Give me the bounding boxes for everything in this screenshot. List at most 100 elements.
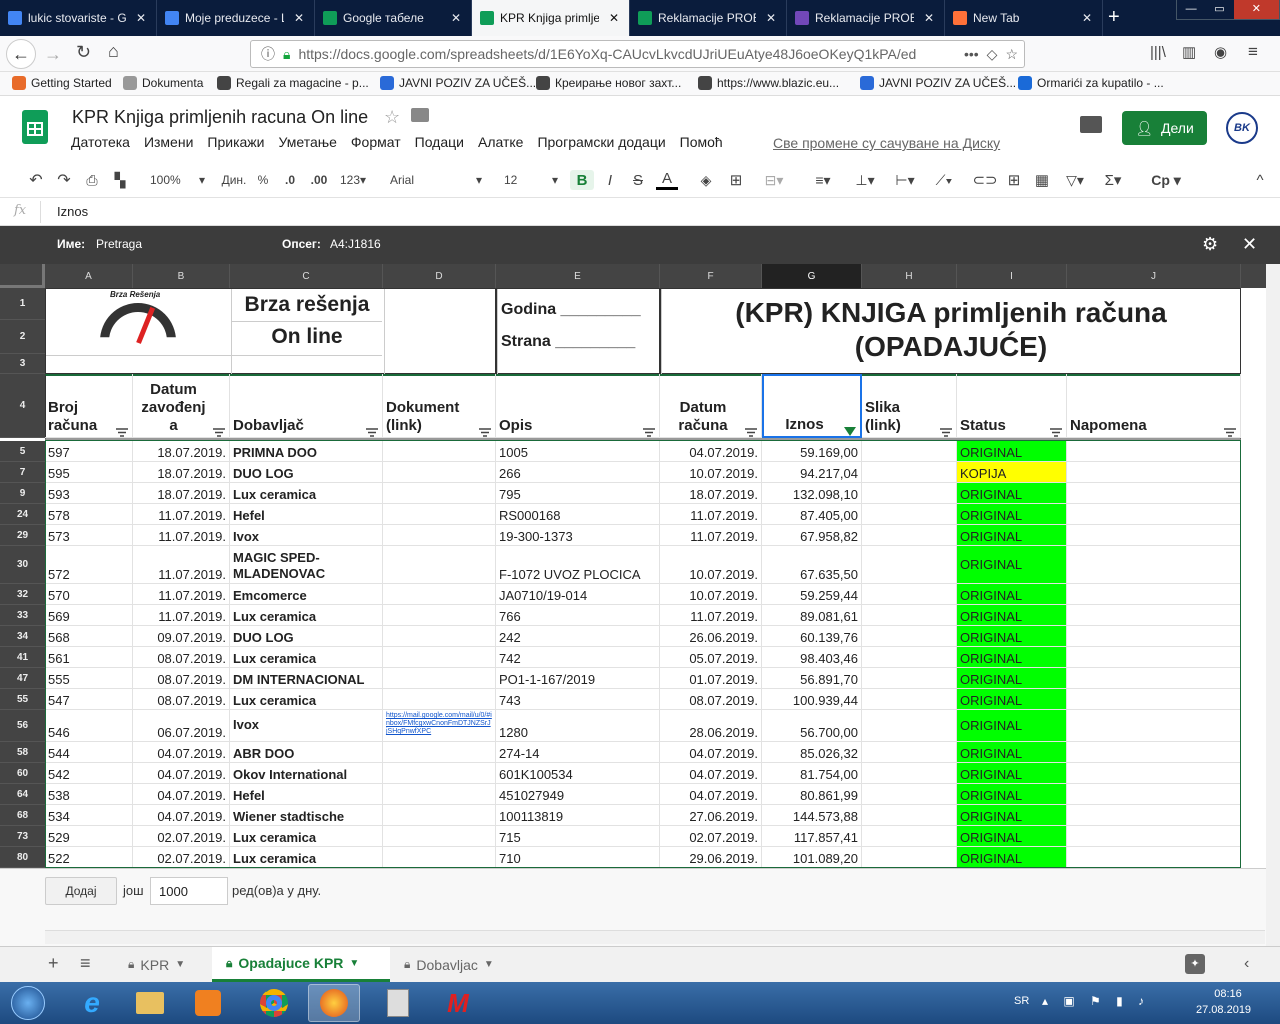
app-m-taskbar[interactable]: M xyxy=(432,984,484,1022)
functions-button[interactable]: Σ▾ xyxy=(1098,170,1128,190)
column-header[interactable]: G xyxy=(762,264,862,288)
table-cell[interactable] xyxy=(1067,483,1241,504)
table-cell[interactable] xyxy=(1067,462,1241,483)
new-tab-button[interactable]: + xyxy=(1108,6,1120,29)
close-icon[interactable]: ✕ xyxy=(1078,11,1096,25)
row-header[interactable]: 32 xyxy=(0,584,45,605)
print-button[interactable]: ⎙ xyxy=(82,170,102,190)
browser-tab[interactable]: KPR Knjiga primlje ✕ xyxy=(472,0,630,36)
table-cell[interactable]: Lux ceramica xyxy=(230,847,383,868)
pocket-icon[interactable]: ◇ xyxy=(987,46,998,63)
table-cell[interactable]: 743 xyxy=(496,689,660,710)
filter-settings-icon[interactable]: ⚙ xyxy=(1202,234,1218,255)
menu-item[interactable]: Измени xyxy=(137,134,200,150)
table-cell[interactable]: Wiener stadtische xyxy=(230,805,383,826)
table-cell[interactable]: 274-14 xyxy=(496,742,660,763)
page-actions-icon[interactable]: ••• xyxy=(964,46,979,62)
table-cell[interactable] xyxy=(862,584,957,605)
close-icon[interactable]: ✕ xyxy=(290,11,308,25)
media-taskbar[interactable] xyxy=(182,984,234,1022)
table-cell[interactable]: 715 xyxy=(496,826,660,847)
table-cell[interactable]: F-1072 UVOZ PLOCICA xyxy=(496,546,660,584)
bookmark-item[interactable]: Ormarići za kupatilo - ... xyxy=(1018,76,1164,90)
table-cell[interactable]: 60.139,76 xyxy=(762,626,862,647)
column-header[interactable]: A xyxy=(45,264,133,288)
table-cell[interactable] xyxy=(1067,742,1241,763)
paint-format-button[interactable]: ▚ xyxy=(110,170,130,190)
input-tools-button[interactable]: Cp ▾ xyxy=(1146,170,1186,190)
ie-taskbar[interactable]: e xyxy=(66,984,118,1022)
wrap-button[interactable]: ⊢▾ xyxy=(890,170,920,190)
table-cell[interactable]: 56.700,00 xyxy=(762,710,862,742)
table-cell[interactable] xyxy=(862,626,957,647)
table-cell[interactable]: ORIGINAL xyxy=(957,826,1067,847)
table-cell[interactable]: 26.06.2019. xyxy=(660,626,762,647)
row-header[interactable]: 68 xyxy=(0,805,45,826)
table-cell[interactable]: 144.573,88 xyxy=(762,805,862,826)
table-cell[interactable] xyxy=(383,847,496,868)
table-cell[interactable]: 28.06.2019. xyxy=(660,710,762,742)
table-cell[interactable]: 94.217,04 xyxy=(762,462,862,483)
table-cell[interactable]: 02.07.2019. xyxy=(660,826,762,847)
table-cell[interactable]: ORIGINAL xyxy=(957,441,1067,462)
row-header[interactable]: 60 xyxy=(0,763,45,784)
table-header-cell[interactable]: Status xyxy=(957,374,1067,438)
vertical-scrollbar[interactable] xyxy=(1266,264,1280,946)
table-cell[interactable] xyxy=(862,805,957,826)
table-cell[interactable]: 522 xyxy=(45,847,133,868)
table-cell[interactable] xyxy=(383,584,496,605)
table-cell[interactable] xyxy=(1067,647,1241,668)
table-header-cell[interactable]: Opis xyxy=(496,374,660,438)
table-cell[interactable]: ORIGINAL xyxy=(957,504,1067,525)
table-cell[interactable] xyxy=(1067,826,1241,847)
filter-button[interactable]: ▽▾ xyxy=(1060,170,1090,190)
maximize-icon[interactable]: ▭ xyxy=(1205,0,1233,19)
add-rows-button[interactable]: Додај xyxy=(45,877,117,905)
fill-color-button[interactable]: ◈ xyxy=(696,170,716,190)
increase-decimal-button[interactable]: .00 xyxy=(307,170,331,190)
avatar[interactable]: BK xyxy=(1226,112,1258,144)
table-cell[interactable] xyxy=(383,826,496,847)
table-cell[interactable]: 11.07.2019. xyxy=(133,525,230,546)
table-cell[interactable] xyxy=(383,626,496,647)
strikethrough-button[interactable]: S xyxy=(628,170,648,190)
row-header[interactable]: 33 xyxy=(0,605,45,626)
table-cell[interactable]: 10.07.2019. xyxy=(660,584,762,605)
table-cell[interactable] xyxy=(862,441,957,462)
zoom-select[interactable]: 100% ▾ xyxy=(150,170,205,190)
rotate-button[interactable]: ⟋▾ xyxy=(928,170,960,190)
table-cell[interactable]: 04.07.2019. xyxy=(660,742,762,763)
table-cell[interactable] xyxy=(1067,626,1241,647)
table-cell[interactable]: 569 xyxy=(45,605,133,626)
row-header[interactable]: 5 xyxy=(0,441,45,462)
filter-icon[interactable] xyxy=(745,424,757,437)
table-cell[interactable]: 451027949 xyxy=(496,784,660,805)
table-cell[interactable]: 529 xyxy=(45,826,133,847)
row-header[interactable]: 55 xyxy=(0,689,45,710)
row-header[interactable]: 56 xyxy=(0,710,45,742)
table-cell[interactable] xyxy=(1067,668,1241,689)
window-controls[interactable]: — ▭ ✕ xyxy=(1176,0,1280,20)
table-cell[interactable]: 742 xyxy=(496,647,660,668)
table-cell[interactable]: 11.07.2019. xyxy=(133,584,230,605)
column-header[interactable]: B xyxy=(133,264,230,288)
table-cell[interactable]: 11.07.2019. xyxy=(133,605,230,626)
sheet-tab[interactable]: 🔒︎ KPR ▼ xyxy=(114,947,212,982)
reload-button[interactable]: ↻ xyxy=(76,42,91,63)
table-cell[interactable]: 18.07.2019. xyxy=(133,483,230,504)
filter-icon[interactable] xyxy=(213,424,225,437)
table-cell[interactable] xyxy=(1067,784,1241,805)
table-cell[interactable] xyxy=(862,546,957,584)
row-header[interactable]: 30 xyxy=(0,546,45,584)
table-cell[interactable]: 578 xyxy=(45,504,133,525)
table-cell[interactable]: ORIGINAL xyxy=(957,647,1067,668)
table-cell[interactable]: DUO LOG xyxy=(230,626,383,647)
table-cell[interactable] xyxy=(862,710,957,742)
tray-icons[interactable]: ▴ ▣ ⚑ ▮ ♪ xyxy=(1042,994,1150,1008)
sheet-tab[interactable]: 🔒︎ Opadajuce KPR ▼ xyxy=(212,947,390,982)
forward-button[interactable]: → xyxy=(44,44,62,65)
table-cell[interactable]: 573 xyxy=(45,525,133,546)
table-cell[interactable] xyxy=(1067,605,1241,626)
table-cell[interactable]: Okov International xyxy=(230,763,383,784)
table-cell[interactable] xyxy=(862,605,957,626)
